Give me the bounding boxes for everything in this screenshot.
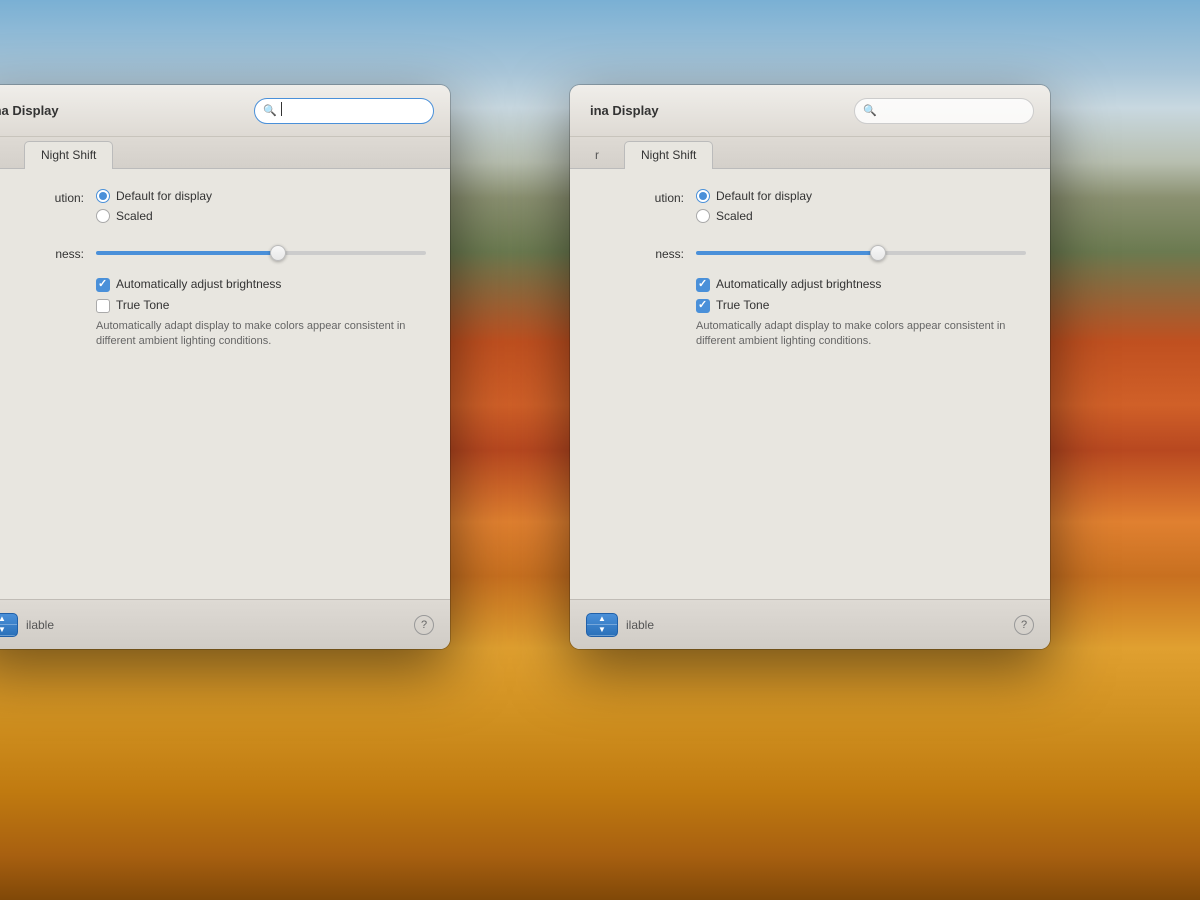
left-help-button[interactable]: ? (414, 615, 434, 635)
left-search-icon: 🔍 (263, 104, 277, 117)
left-radio-default-label: Default for display (116, 189, 212, 203)
right-search-box[interactable]: 🔍 (854, 98, 1034, 124)
right-panel-bottom: ▲ ▼ ilable ? (570, 599, 1050, 649)
right-stepper[interactable]: ▲ ▼ (586, 613, 618, 637)
right-half: ina Display 🔍 r Night Shift uti (600, 0, 1200, 900)
panels-container: ina Display 🔍 r Night Shift (0, 0, 1200, 900)
left-half: ina Display 🔍 r Night Shift (0, 0, 600, 900)
left-panel-content: ution: Default for display Scaled (0, 169, 450, 649)
left-resolution-row: ution: Default for display Scaled (0, 189, 426, 229)
right-tab-display[interactable]: r (578, 141, 616, 169)
right-resolution-label: ution: (594, 189, 684, 205)
left-tabs: r Night Shift (0, 137, 450, 169)
left-stepper-up[interactable]: ▲ (0, 614, 17, 625)
right-available-text: ilable (626, 618, 654, 632)
right-titlebar: ina Display 🔍 (570, 85, 1050, 137)
right-truetone-row[interactable]: True Tone (594, 298, 1026, 313)
left-radio-default-circle (96, 189, 110, 203)
left-radio-default[interactable]: Default for display (96, 189, 426, 203)
left-panel-bottom: ▲ ▼ ilable ? (0, 599, 450, 649)
right-radio-default-circle (696, 189, 710, 203)
right-resolution-controls: Default for display Scaled (696, 189, 1026, 229)
left-radio-scaled-label: Scaled (116, 209, 153, 223)
left-resolution-label: ution: (0, 189, 84, 205)
right-truetone-checkbox[interactable] (696, 299, 710, 313)
right-truetone-description: Automatically adapt display to make colo… (594, 319, 1026, 350)
right-radio-default-label: Default for display (716, 189, 812, 203)
right-auto-brightness-label: Automatically adjust brightness (716, 277, 881, 291)
left-radio-scaled-circle (96, 209, 110, 223)
right-radio-scaled-circle (696, 209, 710, 223)
right-radio-default[interactable]: Default for display (696, 189, 1026, 203)
left-truetone-label: True Tone (116, 298, 169, 312)
left-radio-scaled[interactable]: Scaled (96, 209, 426, 223)
right-brightness-label: ness: (594, 245, 684, 261)
right-truetone-label: True Tone (716, 298, 769, 312)
left-tab-nightshift[interactable]: Night Shift (24, 141, 113, 169)
right-radio-scaled-label: Scaled (716, 209, 753, 223)
right-slider-thumb[interactable] (870, 245, 886, 261)
left-auto-brightness-checkbox[interactable] (96, 278, 110, 292)
left-brightness-label: ness: (0, 245, 84, 261)
left-stepper-down[interactable]: ▼ (0, 625, 17, 636)
right-resolution-row: ution: Default for display Scaled (594, 189, 1026, 229)
right-brightness-slider[interactable] (696, 251, 1026, 255)
left-stepper[interactable]: ▲ ▼ (0, 613, 18, 637)
left-tab-display[interactable]: r (0, 141, 16, 169)
left-truetone-description: Automatically adapt display to make colo… (0, 319, 426, 350)
left-brightness-row: ness: (0, 245, 426, 261)
left-window-title: ina Display (0, 103, 59, 118)
right-tab-nightshift[interactable]: Night Shift (624, 141, 713, 169)
right-search-icon: 🔍 (863, 104, 877, 117)
left-search-box[interactable]: 🔍 (254, 98, 434, 124)
left-auto-brightness-row[interactable]: Automatically adjust brightness (0, 277, 426, 292)
right-tabs: r Night Shift (570, 137, 1050, 169)
right-window-title: ina Display (590, 103, 659, 118)
right-auto-brightness-row[interactable]: Automatically adjust brightness (594, 277, 1026, 292)
left-brightness-slider[interactable] (96, 251, 426, 255)
right-stepper-up[interactable]: ▲ (587, 614, 617, 625)
right-stepper-down[interactable]: ▼ (587, 625, 617, 636)
right-panel: ina Display 🔍 r Night Shift uti (570, 85, 1050, 649)
right-radio-scaled[interactable]: Scaled (696, 209, 1026, 223)
left-available-text: ilable (26, 618, 54, 632)
left-truetone-checkbox[interactable] (96, 299, 110, 313)
left-titlebar: ina Display 🔍 (0, 85, 450, 137)
right-panel-content: ution: Default for display Scaled (570, 169, 1050, 649)
left-truetone-row[interactable]: True Tone (0, 298, 426, 313)
right-auto-brightness-checkbox[interactable] (696, 278, 710, 292)
left-resolution-controls: Default for display Scaled (96, 189, 426, 229)
left-auto-brightness-label: Automatically adjust brightness (116, 277, 281, 291)
left-search-cursor (281, 102, 282, 116)
right-help-button[interactable]: ? (1014, 615, 1034, 635)
left-panel: ina Display 🔍 r Night Shift (0, 85, 450, 649)
left-slider-thumb[interactable] (270, 245, 286, 261)
right-brightness-row: ness: (594, 245, 1026, 261)
left-search-input[interactable] (281, 102, 425, 119)
